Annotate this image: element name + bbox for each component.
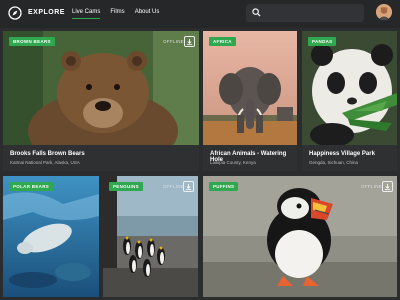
- card-title: Happiness Village Park: [309, 151, 375, 157]
- cam-card-pandas[interactable]: PANDAS Happiness Village Park Gengda, Si…: [302, 31, 397, 171]
- puffin-image: [203, 176, 397, 297]
- panda-image: [302, 31, 397, 145]
- cam-card-puffins[interactable]: PUFFINS OFFLINE: [203, 176, 397, 297]
- card-location: Katmai National Park, Alaska, USA: [10, 160, 80, 165]
- penguins-image: [103, 176, 198, 297]
- cam-card-penguins[interactable]: PENGUINS OFFLINE: [103, 176, 198, 297]
- elephant-image: [203, 31, 297, 145]
- category-badge: PENGUINS: [109, 182, 143, 191]
- download-button[interactable]: [183, 181, 194, 192]
- compass-logo-icon[interactable]: [8, 6, 22, 20]
- download-button[interactable]: [382, 181, 393, 192]
- card-title: Brooks Falls Brown Bears: [10, 151, 85, 157]
- search-field[interactable]: [246, 4, 364, 22]
- category-badge: AFRICA: [209, 37, 236, 46]
- brand-name: EXPLORE: [28, 9, 65, 16]
- download-button[interactable]: [184, 36, 195, 47]
- nav-films[interactable]: Films: [110, 9, 124, 15]
- card-location: Gengda, Sichuan, China: [309, 160, 359, 165]
- cam-card-polar-bears[interactable]: POLAR BEARS: [3, 176, 99, 297]
- main-nav: Live Cams Films About Us: [72, 9, 169, 19]
- cam-card-brown-bears[interactable]: BROWN BEARS OFFLINE Brooks Falls Brown B…: [3, 31, 199, 171]
- download-icon: [186, 38, 193, 45]
- download-icon: [185, 183, 192, 190]
- card-info: Happiness Village Park Gengda, Sichuan, …: [302, 145, 397, 171]
- category-badge: BROWN BEARS: [9, 37, 55, 46]
- offline-label: OFFLINE: [163, 184, 185, 189]
- download-icon: [384, 183, 391, 190]
- polar-bear-underwater-image: [3, 176, 99, 297]
- nav-about-us[interactable]: About Us: [135, 9, 160, 15]
- card-info: Brooks Falls Brown Bears Katmai National…: [3, 145, 199, 171]
- offline-label: OFFLINE: [163, 39, 185, 44]
- user-avatar[interactable]: [376, 4, 392, 20]
- top-bar: EXPLORE Live Cams Films About Us: [0, 0, 400, 28]
- card-info: African Animals - Watering Hole Laikipia…: [203, 145, 297, 171]
- category-badge: PUFFINS: [209, 182, 239, 191]
- cam-card-africa[interactable]: AFRICA African Animals - Watering Hole L…: [203, 31, 297, 171]
- category-badge: POLAR BEARS: [9, 182, 54, 191]
- nav-live-cams[interactable]: Live Cams: [72, 9, 101, 19]
- card-location: Laikipia County, Kenya: [210, 160, 256, 165]
- brown-bear-image: [3, 31, 199, 145]
- search-input[interactable]: [266, 7, 358, 19]
- offline-label: OFFLINE: [361, 184, 383, 189]
- search-icon: [252, 8, 261, 17]
- category-badge: PANDAS: [308, 37, 337, 46]
